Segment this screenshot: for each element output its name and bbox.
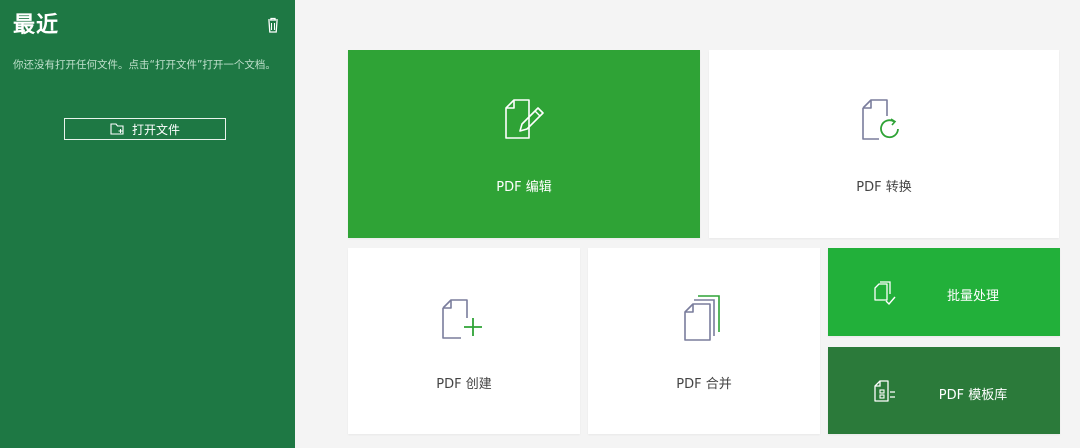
tile-batch-process[interactable]: 批量处理 — [828, 248, 1060, 336]
tile-pdf-create-label: PDF 创建 — [436, 377, 492, 392]
tile-pdf-merge-label: PDF 合并 — [676, 377, 732, 392]
document-edit-icon — [503, 98, 545, 146]
open-file-button[interactable]: 打开文件 — [64, 118, 226, 140]
tile-pdf-template[interactable]: PDF 模板库 — [828, 347, 1060, 434]
tile-batch-process-label: 批量处理 — [946, 289, 999, 304]
tile-pdf-edit-label: PDF 编辑 — [496, 180, 552, 195]
tile-pdf-convert-label: PDF 转换 — [856, 180, 912, 195]
tile-pdf-create[interactable]: PDF 创建 — [348, 248, 580, 434]
open-file-label: 打开文件 — [131, 122, 180, 137]
tile-pdf-template-label: PDF 模板库 — [938, 388, 1008, 403]
trash-icon[interactable] — [263, 15, 283, 35]
recent-sidebar: 最近 你还没有打开任何文件。点击“打开文件”打开一个文档。 打开文件 — [0, 0, 295, 448]
document-merge-icon — [682, 294, 726, 348]
template-icon — [873, 378, 897, 408]
document-add-icon — [440, 298, 486, 348]
tile-pdf-merge[interactable]: PDF 合并 — [588, 248, 820, 434]
batch-icon — [873, 280, 897, 310]
tile-pdf-convert[interactable]: PDF 转换 — [709, 50, 1059, 238]
main-panel: PDF 编辑 PDF 转换 PDF 创建 PDF 合并 批量处理 PDF 模板库 — [295, 0, 1080, 448]
tile-pdf-edit[interactable]: PDF 编辑 — [348, 50, 700, 238]
document-convert-icon — [860, 98, 906, 148]
empty-recent-message: 你还没有打开任何文件。点击“打开文件”打开一个文档。 — [13, 59, 276, 71]
folder-open-icon — [110, 123, 124, 135]
recent-title: 最近 — [13, 13, 60, 38]
